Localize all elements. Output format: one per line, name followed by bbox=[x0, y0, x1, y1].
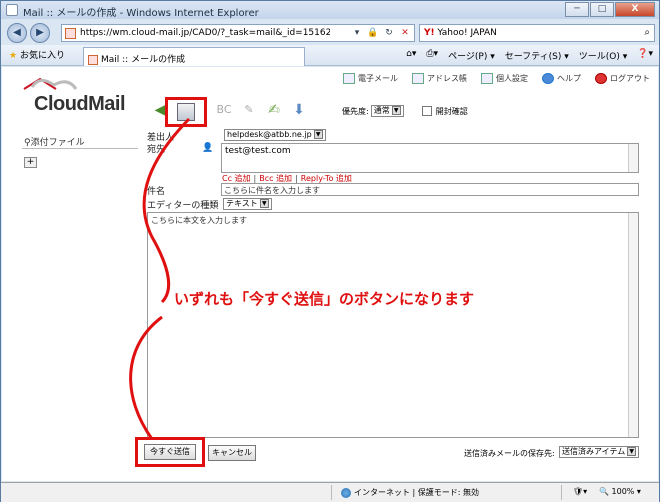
attachment-label: ⚲添付ファイル bbox=[24, 138, 85, 148]
tab-favicon bbox=[88, 54, 98, 65]
search-box[interactable]: Y! Yahoo! JAPAN ⌕ bbox=[419, 24, 655, 42]
mail-app-icon bbox=[6, 4, 18, 16]
save-folder-select[interactable]: 送信済みアイテム ▼ bbox=[559, 446, 640, 458]
search-icon[interactable]: ⌕ bbox=[644, 27, 650, 38]
cloudmail-logo: CloudMail bbox=[20, 77, 126, 120]
send-mail-icon[interactable] bbox=[177, 103, 195, 121]
paperclip-icon[interactable]: ✎ bbox=[239, 100, 259, 120]
status-bar: インターネット | 保護モード: 無効 🛡▾ 🔍 100% ▾ bbox=[1, 482, 659, 502]
close-button[interactable]: X bbox=[615, 2, 655, 17]
print-icon[interactable]: ⎙▾ bbox=[426, 49, 438, 62]
body-scrollbar[interactable] bbox=[628, 213, 638, 437]
editor-label: エディターの種類 bbox=[147, 201, 219, 211]
minimize-button[interactable]: ─ bbox=[565, 2, 589, 17]
security-zone[interactable]: インターネット | 保護モード: 無効 bbox=[341, 487, 479, 498]
subject-label: 件名 bbox=[147, 187, 166, 197]
page-content: CloudMail 電子メール アドレス帳 個人設定 ヘルプ ログアウト ◀ B… bbox=[2, 67, 658, 481]
save-folder-label: 送信済みメールの保存先: bbox=[464, 449, 555, 458]
add-cc-link[interactable]: Cc 追加 bbox=[222, 174, 251, 183]
to-scrollbar[interactable] bbox=[628, 144, 638, 172]
add-bcc-link[interactable]: Bcc 追加 bbox=[259, 174, 292, 183]
url-text[interactable]: https://wm.cloud-mail.jp/CAD0/?_task=mai… bbox=[80, 28, 330, 38]
back-button[interactable]: ◀ bbox=[7, 23, 27, 43]
search-provider: Y! Yahoo! JAPAN bbox=[424, 28, 497, 38]
lock-icon[interactable]: 🔒 bbox=[366, 26, 380, 40]
chevron-down-icon: ▼ bbox=[259, 199, 269, 208]
send-button-highlight: 今すぐ送信 bbox=[135, 437, 205, 467]
link-email[interactable]: 電子メール bbox=[343, 73, 398, 84]
refresh-icon[interactable]: ↻ bbox=[382, 26, 396, 40]
bcc-icon[interactable]: BC bbox=[214, 100, 234, 120]
add-attachment-button[interactable]: + bbox=[24, 157, 37, 168]
receipt-label: 開封確認 bbox=[435, 106, 468, 116]
chevron-down-icon: ▼ bbox=[313, 130, 323, 139]
add-replyto-link[interactable]: Reply-To 追加 bbox=[301, 174, 352, 183]
priority-row: 優先度: 通常 ▼ 開封確認 bbox=[342, 105, 468, 117]
safety-menu[interactable]: セーフティ(S) ▾ bbox=[505, 49, 569, 62]
priority-label: 優先度: bbox=[342, 106, 369, 116]
subject-field[interactable]: こちらに件名を入力します bbox=[221, 183, 639, 196]
top-links: 電子メール アドレス帳 個人設定 ヘルプ ログアウト bbox=[329, 73, 650, 84]
dropdown-icon[interactable]: ▾ bbox=[350, 26, 364, 40]
link-settings[interactable]: 個人設定 bbox=[481, 73, 528, 84]
to-field[interactable]: test@test.com bbox=[221, 143, 639, 173]
home-icon[interactable]: ⌂▾ bbox=[406, 49, 416, 62]
addressbook-icon bbox=[412, 73, 424, 84]
to-label: 宛先 bbox=[147, 145, 166, 155]
stop-icon[interactable]: ✕ bbox=[398, 26, 412, 40]
window-title: Mail :: メールの作成 - Windows Internet Explor… bbox=[23, 8, 259, 19]
receipt-checkbox[interactable] bbox=[421, 106, 432, 116]
command-bar: ⌂▾ ⎙▾ ページ(P) ▾ セーフティ(S) ▾ ツール(O) ▾ ❓▾ bbox=[396, 49, 653, 62]
tools-menu[interactable]: ツール(O) ▾ bbox=[579, 49, 628, 62]
priority-select[interactable]: 通常 ▼ bbox=[370, 105, 404, 117]
address-bar[interactable]: https://wm.cloud-mail.jp/CAD0/?_task=mai… bbox=[61, 24, 415, 42]
browser-window: Mail :: メールの作成 - Windows Internet Explor… bbox=[0, 0, 660, 502]
body-textarea[interactable]: こちらに本文を入力します bbox=[147, 212, 639, 438]
settings-icon bbox=[481, 73, 493, 84]
from-select[interactable]: helpdesk@atbb.ne.jp ▼ bbox=[224, 129, 326, 141]
favorites-bar: ★ お気に入り Mail :: メールの作成 ⌂▾ ⎙▾ ページ(P) ▾ セー… bbox=[1, 45, 659, 66]
signature-icon[interactable]: ✍ bbox=[264, 100, 284, 120]
favorites-button[interactable]: ★ お気に入り bbox=[9, 48, 65, 61]
send-icon-highlight bbox=[165, 97, 207, 127]
cancel-button[interactable]: キャンセル bbox=[208, 445, 256, 461]
site-favicon bbox=[65, 28, 76, 39]
annotation-text: いずれも「今すぐ送信」のボタンになります bbox=[174, 290, 475, 308]
zoom-level[interactable]: 🔍 100% ▾ bbox=[599, 487, 641, 496]
globe-icon bbox=[341, 487, 351, 498]
forward-button[interactable]: ▶ bbox=[30, 23, 50, 43]
maximize-button[interactable]: □ bbox=[590, 2, 614, 17]
editor-select[interactable]: テキスト ▼ bbox=[223, 198, 272, 210]
logout-icon bbox=[595, 73, 607, 84]
help-icon bbox=[542, 73, 554, 84]
link-logout[interactable]: ログアウト bbox=[595, 73, 650, 84]
star-icon: ★ bbox=[9, 51, 18, 61]
addressbook-picker-icon[interactable]: 👤 bbox=[202, 143, 213, 153]
save-draft-icon[interactable]: ⬇ bbox=[289, 100, 309, 120]
tab-mail-compose[interactable]: Mail :: メールの作成 bbox=[83, 47, 305, 66]
protected-mode-icon[interactable]: 🛡▾ bbox=[573, 487, 587, 496]
page-menu[interactable]: ページ(P) ▾ bbox=[448, 49, 495, 62]
title-bar: Mail :: メールの作成 - Windows Internet Explor… bbox=[1, 1, 659, 19]
address-row: ◀ ▶ https://wm.cloud-mail.jp/CAD0/?_task… bbox=[1, 20, 659, 45]
chevron-down-icon: ▼ bbox=[391, 106, 401, 115]
chevron-down-icon: ▼ bbox=[627, 447, 637, 456]
help-menu[interactable]: ❓▾ bbox=[637, 49, 653, 62]
send-now-button[interactable]: 今すぐ送信 bbox=[144, 444, 196, 460]
link-help[interactable]: ヘルプ bbox=[542, 73, 581, 84]
email-icon bbox=[343, 73, 355, 84]
attachment-divider bbox=[22, 148, 138, 149]
link-addressbook[interactable]: アドレス帳 bbox=[412, 73, 467, 84]
